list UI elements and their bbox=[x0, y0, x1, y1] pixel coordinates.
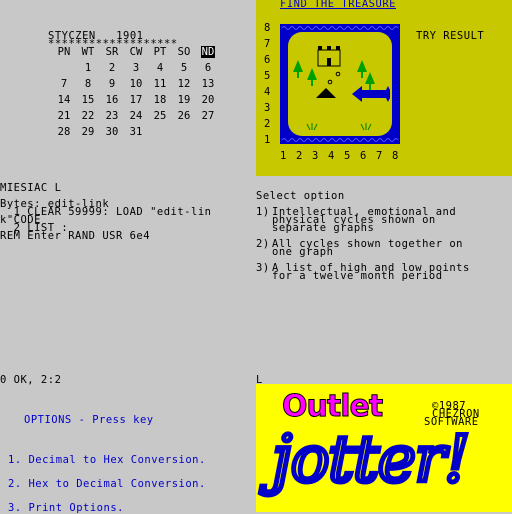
weekday-6: ND bbox=[200, 46, 216, 58]
tree-icon bbox=[357, 60, 367, 78]
calendar-day: 12 bbox=[177, 78, 191, 90]
map-row-number: 3 bbox=[264, 102, 271, 114]
map-column-number: 4 bbox=[328, 150, 335, 162]
map-column-number: 7 bbox=[376, 150, 383, 162]
sea-inlet-arrow-icon bbox=[352, 86, 390, 102]
menu-item-hex-to-decimal[interactable]: 2. Hex to Decimal Conversion. bbox=[8, 479, 206, 490]
map-row-number: 7 bbox=[264, 38, 271, 50]
map-row-number: 8 bbox=[264, 22, 271, 34]
tree-icon bbox=[293, 60, 303, 78]
calendar-day: 5 bbox=[180, 62, 188, 74]
calendar-day: 2 bbox=[108, 62, 116, 74]
calendar-day: 22 bbox=[81, 110, 95, 122]
treasure-map-panel: FIND THE TREASURE TRY RESULT 87654321 12… bbox=[256, 0, 512, 176]
grass-icon bbox=[306, 123, 318, 131]
jotter-logo: jotter! bbox=[270, 422, 473, 499]
map-row-number: 6 bbox=[264, 54, 271, 66]
calendar-day: 23 bbox=[105, 110, 119, 122]
calendar-day: 10 bbox=[129, 78, 143, 90]
calendar-day: 21 bbox=[57, 110, 71, 122]
calendar-day: 19 bbox=[177, 94, 191, 106]
calendar-day: 4 bbox=[156, 62, 164, 74]
map-column-number: 6 bbox=[360, 150, 367, 162]
tree-icon bbox=[307, 68, 317, 86]
calendar-day: 25 bbox=[153, 110, 167, 122]
stone-icon bbox=[327, 79, 333, 85]
map-column-number: 8 bbox=[392, 150, 399, 162]
calendar-day: 16 bbox=[105, 94, 119, 106]
calendar-day: 11 bbox=[153, 78, 167, 90]
map-row-number: 2 bbox=[264, 118, 271, 130]
calendar-day: 17 bbox=[129, 94, 143, 106]
calendar-day: 27 bbox=[201, 110, 215, 122]
try-result-label: TRY RESULT bbox=[416, 30, 485, 42]
miesiac-prompt: MIESIAC L bbox=[0, 182, 62, 194]
calendar-day: 26 bbox=[177, 110, 191, 122]
weekday-0: PN bbox=[57, 46, 71, 58]
cursor-indicator: L bbox=[256, 374, 263, 386]
calendar-day: 6 bbox=[204, 62, 212, 74]
map-column-number: 3 bbox=[312, 150, 319, 162]
calendar-day: 14 bbox=[57, 94, 71, 106]
calendar-day: 18 bbox=[153, 94, 167, 106]
menu-item-decimal-to-hex[interactable]: 1. Decimal to Hex Conversion. bbox=[8, 455, 206, 466]
map-column-number: 2 bbox=[296, 150, 303, 162]
weekday-2: SR bbox=[105, 46, 119, 58]
calendar-day: 29 bbox=[81, 126, 95, 138]
basic-line-3: REM Enter RAND USR 6e4 bbox=[0, 230, 151, 242]
option-number[interactable]: 1) bbox=[256, 207, 270, 218]
status-ok: 0 OK, 2:2 bbox=[0, 374, 62, 386]
grass-icon bbox=[360, 123, 372, 131]
weekday-4: PT bbox=[153, 46, 167, 58]
outlet-jotter-panel: Outlet ©1987 CHEZRON SOFTWARE jotter! bbox=[256, 384, 512, 512]
map-row-number: 5 bbox=[264, 70, 271, 82]
calendar-day: 8 bbox=[84, 78, 92, 90]
menu-header: OPTIONS - Press key bbox=[24, 414, 154, 426]
map-row-number: 4 bbox=[264, 86, 271, 98]
castle-icon bbox=[317, 46, 341, 67]
option-text-line[interactable]: one graph bbox=[272, 247, 333, 258]
calendar-day: 31 bbox=[129, 126, 143, 138]
calendar-day: 13 bbox=[201, 78, 215, 90]
weekday-1: WT bbox=[81, 46, 95, 58]
option-text-line[interactable]: for a twelve month period bbox=[272, 271, 443, 282]
map-board[interactable] bbox=[280, 24, 400, 144]
map-title: FIND THE TREASURE bbox=[280, 0, 396, 10]
calendar-day: 30 bbox=[105, 126, 119, 138]
calendar-day: 3 bbox=[132, 62, 140, 74]
hill-icon bbox=[316, 88, 336, 98]
calendar-day: 7 bbox=[60, 78, 68, 90]
calendar-day: 24 bbox=[129, 110, 143, 122]
map-column-number: 5 bbox=[344, 150, 351, 162]
map-column-number: 1 bbox=[280, 150, 287, 162]
weekday-5: SO bbox=[177, 46, 191, 58]
calendar-day: 1 bbox=[84, 62, 92, 74]
stone-icon bbox=[335, 71, 341, 77]
calendar-day: 15 bbox=[81, 94, 95, 106]
calendar-day: 28 bbox=[57, 126, 71, 138]
menu-item-print-options[interactable]: 3. Print Options. bbox=[8, 503, 124, 514]
calendar-day: 20 bbox=[201, 94, 215, 106]
outlet-logo: Outlet bbox=[281, 389, 383, 424]
calendar-day: 9 bbox=[108, 78, 116, 90]
select-option-title: Select option bbox=[256, 190, 345, 202]
map-row-number: 1 bbox=[264, 134, 271, 146]
weekday-3: CW bbox=[129, 46, 143, 58]
option-number[interactable]: 3) bbox=[256, 263, 270, 274]
option-number[interactable]: 2) bbox=[256, 239, 270, 250]
option-text-line[interactable]: separate graphs bbox=[272, 223, 374, 234]
